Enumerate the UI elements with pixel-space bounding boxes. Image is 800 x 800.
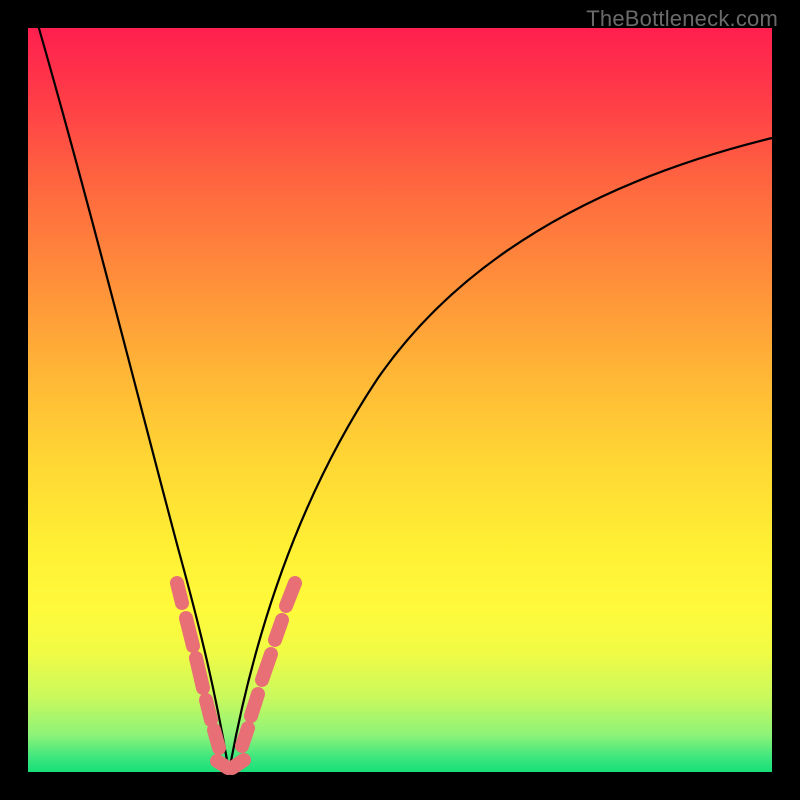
right-curve	[229, 138, 772, 772]
watermark-text: TheBottleneck.com	[586, 6, 778, 32]
right-bead-4	[275, 620, 282, 640]
left-bead-5	[214, 730, 219, 748]
left-bead-4	[206, 700, 211, 720]
left-bead-1	[177, 583, 182, 603]
left-bead-2	[186, 618, 193, 646]
right-bead-1	[242, 728, 248, 746]
right-bead-5	[286, 583, 295, 606]
curves-svg	[28, 28, 772, 772]
left-bead-3	[196, 658, 203, 688]
right-bead-3	[262, 654, 271, 680]
bottom-bead-2	[232, 760, 244, 768]
right-bead-2	[251, 694, 258, 716]
chart-area	[28, 28, 772, 772]
